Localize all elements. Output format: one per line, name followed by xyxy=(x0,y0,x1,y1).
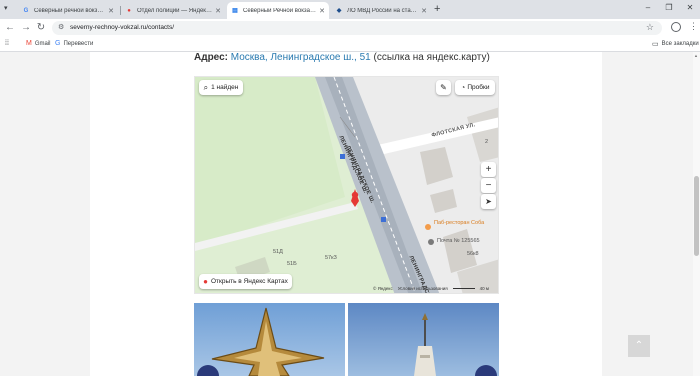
map-scale-line xyxy=(452,286,475,289)
building-number: 57кЗ xyxy=(325,255,337,261)
tab-search-icon[interactable]: ▾ xyxy=(4,4,8,12)
maximize-icon[interactable]: ❐ xyxy=(662,2,676,14)
reload-icon[interactable]: ↻ xyxy=(35,22,47,34)
profile-avatar[interactable] xyxy=(671,22,681,32)
building-number: 2 xyxy=(485,139,489,145)
url-text[interactable]: severny-rechnoy-vokzal.ru/contacts/ xyxy=(70,24,174,31)
poi-cafe-label[interactable]: Паб-ресторан Соба xyxy=(434,220,484,226)
search-result-label: 1 найден xyxy=(211,84,239,91)
zoom-out-button[interactable]: − xyxy=(481,178,496,193)
yandex-maps-pin-icon: ● xyxy=(203,277,208,286)
all-bookmarks-label: Все закладки xyxy=(661,41,699,47)
traffic-label: Пробки xyxy=(467,84,490,91)
search-result-chip[interactable]: ⌕ 1 найден xyxy=(199,80,243,95)
poi-post-label[interactable]: Почта № 125565 xyxy=(437,238,480,244)
map-terms-link[interactable]: Условия использования xyxy=(398,286,448,291)
tab-strip: ▾ G Северный речной вокзал де… ✕ ● Отдел… xyxy=(0,0,700,19)
site-info-icon[interactable]: ⚙ xyxy=(58,24,66,32)
map-copyright[interactable]: © Яндекс xyxy=(373,286,393,291)
traffic-icon: ◔ xyxy=(460,83,466,92)
bookmark-gmail[interactable]: M Gmail xyxy=(26,40,51,47)
address-bar[interactable]: ⚙ severny-rechnoy-vokzal.ru/contacts/ ☆ xyxy=(52,21,662,35)
star-spire-image xyxy=(194,303,345,376)
all-bookmarks[interactable]: ▭ Все закладки xyxy=(652,40,699,48)
gmail-icon: M xyxy=(26,40,32,47)
apps-icon[interactable]: ⁞⁞ xyxy=(5,40,12,47)
close-icon[interactable]: ✕ xyxy=(421,7,427,15)
close-icon[interactable]: ✕ xyxy=(108,7,114,15)
scrollbar-thumb[interactable] xyxy=(694,176,699,256)
map-canvas xyxy=(195,77,498,293)
address-line: Адрес: Москва, Ленинградское ш., 51 (ссы… xyxy=(194,52,490,64)
scroll-to-top-button[interactable]: ⌃ xyxy=(628,335,650,357)
search-icon: ⌕ xyxy=(203,82,209,92)
close-window-icon[interactable]: ✕ xyxy=(683,2,697,14)
menu-icon[interactable]: ⋮ xyxy=(689,21,698,31)
photo-star-spire[interactable] xyxy=(194,303,345,376)
traffic-button[interactable]: ◔ Пробки xyxy=(455,80,495,95)
map-scale-label: 40 м xyxy=(479,286,490,291)
map-footer: © Яндекс Условия использования 40 м xyxy=(373,286,489,291)
bookmark-label: Перевести xyxy=(63,40,94,47)
scroll-up-arrow-icon[interactable]: ▲ xyxy=(694,53,698,58)
bookmarks-bar: ⁞⁞ M Gmail G Перевести ▭ Все закладки xyxy=(0,37,700,52)
address-label: Адрес: xyxy=(194,52,228,63)
geolocation-button[interactable]: ➤ xyxy=(481,194,496,209)
translate-icon: G xyxy=(55,40,61,47)
open-in-yandex-maps-button[interactable]: ● Открыть в Яндекс Картах xyxy=(199,274,292,289)
tab-2[interactable]: ● Отдел полиции — Яндекс Карт ✕ xyxy=(121,2,225,19)
minimize-icon[interactable]: – xyxy=(641,2,655,14)
google-icon: G xyxy=(23,7,29,14)
folder-icon: ▭ xyxy=(652,41,659,48)
photo-terminal-tower[interactable] xyxy=(348,303,499,376)
terminal-tower-image xyxy=(348,303,499,376)
building-number: 51Б xyxy=(287,261,297,267)
back-icon[interactable]: ← xyxy=(4,22,16,34)
address-note: (ссылка на яндекс.карту) xyxy=(373,52,490,63)
tab-title: Северный Речной вокзал тел… xyxy=(243,7,316,14)
ruler-icon: ✎ xyxy=(440,83,447,92)
address-link[interactable]: Москва, Ленинградское ш., 51 xyxy=(231,52,371,63)
yandex-maps-pin-icon: ● xyxy=(127,7,131,14)
yandex-map[interactable]: ЛЕНИНГРАДСКОЕ Ш. ЛЕНИНГРАДСКОЕ Ш. ЛЕНИНГ… xyxy=(194,76,499,294)
ruler-button[interactable]: ✎ xyxy=(436,80,451,95)
close-icon[interactable]: ✕ xyxy=(319,7,325,15)
locate-arrow-icon: ➤ xyxy=(485,197,492,206)
bookmark-translate[interactable]: G Перевести xyxy=(55,40,93,47)
forward-icon[interactable]: → xyxy=(20,22,32,34)
tab-title: ЛО МВД России на станции М… xyxy=(347,7,418,14)
open-in-yandex-maps-label: Открыть в Яндекс Картах xyxy=(210,278,288,285)
tab-1[interactable]: G Северный речной вокзал де… ✕ xyxy=(18,2,118,19)
new-tab-button[interactable]: + xyxy=(434,3,440,15)
tab-title: Отдел полиции — Яндекс Карт xyxy=(137,7,212,14)
shield-icon: ◆ xyxy=(336,8,342,14)
bookmark-star-icon[interactable]: ☆ xyxy=(646,22,654,33)
close-icon[interactable]: ✕ xyxy=(215,7,221,15)
tab-4[interactable]: ◆ ЛО МВД России на станции М… ✕ xyxy=(331,2,431,19)
tab-3-active[interactable]: ▤ Северный Речной вокзал тел… ✕ xyxy=(227,2,329,19)
bookmark-label: Gmail xyxy=(34,40,51,47)
zoom-in-button[interactable]: + xyxy=(481,162,496,177)
tab-title: Северный речной вокзал де… xyxy=(34,7,105,14)
page-icon: ▤ xyxy=(232,8,238,14)
browser-toolbar: ← → ↻ ⚙ severny-rechnoy-vokzal.ru/contac… xyxy=(0,19,700,37)
building-number: 51Д xyxy=(273,249,283,255)
building-number: 56к8 xyxy=(467,251,479,257)
